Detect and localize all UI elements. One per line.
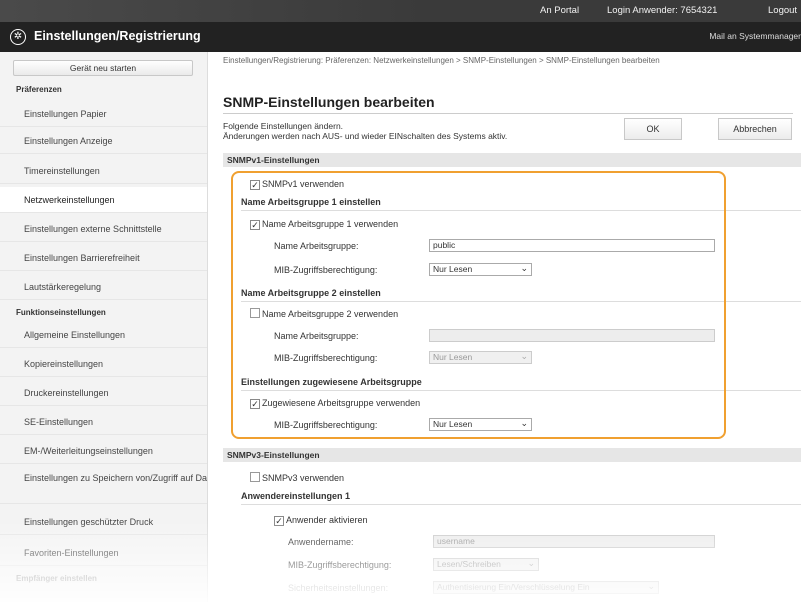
user-name-label: Anwendername: (288, 537, 354, 547)
settings-gear-icon: ✲ (10, 29, 26, 45)
chevron-down-icon: ⌄ (527, 558, 535, 568)
snmpv1-use-label: SNMPv1 verwenden (262, 179, 345, 189)
sidebar-item-send[interactable]: SE-Einstellungen (0, 409, 207, 435)
mail-to-manager-link[interactable]: Mail an Systemmanager (709, 31, 801, 41)
dedicated-use-label: Zugewiesene Arbeitsgruppe verwenden (262, 398, 421, 408)
login-user-label: Login Anwender: 7654321 (607, 5, 718, 16)
dedicated-use-checkbox[interactable]: ✓ (250, 399, 260, 409)
v3-mib-label: MIB-Zugriffsberechtigung: (288, 560, 392, 570)
group2-name-input[interactable] (429, 329, 715, 342)
app-header: ✲ Einstellungen/Registrierung Mail an Sy… (0, 22, 801, 52)
user-enable-checkbox[interactable]: ✓ (274, 516, 284, 526)
group1-use-label: Name Arbeitsgruppe 1 verwenden (262, 219, 399, 229)
sidebar-item-network[interactable]: Netzwerkeinstellungen (0, 187, 207, 213)
v3-security-label: Sicherheitseinstellungen: (288, 583, 389, 593)
sidebar-item-copy[interactable]: Kopiereinstellungen (0, 351, 207, 377)
snmpv3-use-label: SNMPv3 verwenden (262, 473, 345, 483)
sidebar-section-preferences: Präferenzen (16, 85, 62, 94)
group1-divider (241, 210, 801, 211)
sidebar-section-function-settings: Funktionseinstellungen (16, 308, 106, 317)
sidebar-item-favorites[interactable]: Favoriten-Einstellungen (0, 540, 207, 566)
group1-mib-select[interactable]: Nur Lesen ⌄ (429, 263, 532, 276)
v3-mib-select[interactable]: Lesen/Schreiben ⌄ (433, 558, 539, 571)
cancel-button[interactable]: Abbrechen (718, 118, 792, 140)
snmpv1-section-header: SNMPv1-Einstellungen (223, 153, 801, 167)
app-title: Einstellungen/Registrierung (34, 29, 201, 43)
group2-mib-select[interactable]: Nur Lesen ⌄ (429, 351, 532, 364)
dedicated-divider (241, 390, 801, 391)
dedicated-heading: Einstellungen zugewiesene Arbeitsgruppe (241, 377, 422, 387)
chevron-down-icon: ⌄ (647, 581, 655, 591)
restart-device-button[interactable]: Gerät neu starten (13, 60, 193, 76)
snmpv1-use-row[interactable]: ✓ SNMPv1 verwenden (250, 178, 344, 190)
sidebar-item-receive-forward[interactable]: EM-/Weiterleitungseinstellungen (0, 438, 207, 464)
snmpv3-section-header: SNMPv3-Einstellungen (223, 448, 801, 462)
group2-divider (241, 301, 801, 302)
user1-heading: Anwendereinstellungen 1 (241, 491, 351, 501)
v3-mib-value: Lesen/Schreiben (437, 559, 501, 569)
portal-link[interactable]: An Portal (540, 5, 579, 16)
logout-link[interactable]: Logout (768, 5, 797, 16)
intro-text: Folgende Einstellungen ändern. Änderunge… (223, 121, 507, 141)
group2-use-row[interactable]: Name Arbeitsgruppe 2 verwenden (250, 308, 398, 320)
sidebar-item-printer[interactable]: Druckereinstellungen (0, 380, 207, 406)
user-enable-label: Anwender aktivieren (286, 515, 368, 525)
top-bar: An Portal Login Anwender: 7654321 Logout (0, 0, 801, 22)
group1-name-input[interactable]: public (429, 239, 715, 252)
breadcrumb: Einstellungen/Registrierung: Präferenzen… (223, 56, 660, 65)
chevron-down-icon: ⌄ (520, 418, 528, 428)
v3-security-value: Authentisierung Ein/Verschlüsselung Ein (437, 582, 590, 592)
group2-heading: Name Arbeitsgruppe 2 einstellen (241, 288, 381, 298)
group1-heading: Name Arbeitsgruppe 1 einstellen (241, 197, 381, 207)
group2-mib-value: Nur Lesen (433, 352, 473, 362)
sidebar-item-secure-print[interactable]: Einstellungen geschützter Druck (0, 509, 207, 535)
v3-security-select[interactable]: Authentisierung Ein/Verschlüsselung Ein ⌄ (433, 581, 659, 594)
dedicated-use-row[interactable]: ✓ Zugewiesene Arbeitsgruppe verwenden (250, 397, 420, 409)
sidebar-item-paper[interactable]: Einstellungen Papier (0, 101, 207, 127)
dedicated-mib-value: Nur Lesen (433, 419, 473, 429)
sidebar-item-external-interface[interactable]: Einstellungen externe Schnittstelle (0, 216, 207, 242)
top-bar-blurred-area (0, 0, 430, 22)
group1-mib-value: Nur Lesen (433, 264, 473, 274)
group1-use-checkbox[interactable]: ✓ (250, 220, 260, 230)
user1-divider (241, 504, 801, 505)
sidebar: Gerät neu starten Präferenzen Einstellun… (0, 52, 208, 602)
sidebar-section-destinations: Empfänger einstellen (16, 574, 97, 583)
sidebar-item-general[interactable]: Allgemeine Einstellungen (0, 322, 207, 348)
page-title: SNMP-Einstellungen bearbeiten (223, 94, 435, 110)
group2-use-label: Name Arbeitsgruppe 2 verwenden (262, 309, 399, 319)
main-content: Einstellungen/Registrierung: Präferenzen… (208, 52, 801, 602)
snmpv3-use-checkbox[interactable] (250, 472, 260, 482)
group1-name-label: Name Arbeitsgruppe: (274, 241, 359, 251)
group2-use-checkbox[interactable] (250, 308, 260, 318)
sidebar-item-accessibility[interactable]: Einstellungen Barrierefreiheit (0, 245, 207, 271)
group2-mib-label: MIB-Zugriffsberechtigung: (274, 353, 378, 363)
group2-name-label: Name Arbeitsgruppe: (274, 331, 359, 341)
intro-line-1: Folgende Einstellungen ändern. (223, 121, 344, 131)
user-enable-row[interactable]: ✓ Anwender aktivieren (274, 514, 368, 526)
dedicated-mib-select[interactable]: Nur Lesen ⌄ (429, 418, 532, 431)
chevron-down-icon: ⌄ (520, 263, 528, 273)
chevron-down-icon: ⌄ (520, 351, 528, 361)
dedicated-mib-label: MIB-Zugriffsberechtigung: (274, 420, 378, 430)
snmpv1-use-checkbox[interactable]: ✓ (250, 180, 260, 190)
sidebar-item-volume[interactable]: Lautstärkeregelung (0, 274, 207, 300)
sidebar-item-display[interactable]: Einstellungen Anzeige (0, 128, 207, 154)
intro-line-2: Änderungen werden nach AUS- und wieder E… (223, 131, 508, 141)
group1-mib-label: MIB-Zugriffsberechtigung: (274, 265, 378, 275)
title-divider (223, 113, 793, 114)
sidebar-item-store-access-files[interactable]: Einstellungen zu Speichern von/Zugriff a… (0, 470, 207, 504)
group1-use-row[interactable]: ✓ Name Arbeitsgruppe 1 verwenden (250, 218, 398, 230)
snmpv3-use-row[interactable]: SNMPv3 verwenden (250, 472, 344, 484)
sidebar-item-timer[interactable]: Timereinstellungen (0, 158, 207, 184)
ok-button[interactable]: OK (624, 118, 682, 140)
user-name-input[interactable]: username (433, 535, 715, 548)
